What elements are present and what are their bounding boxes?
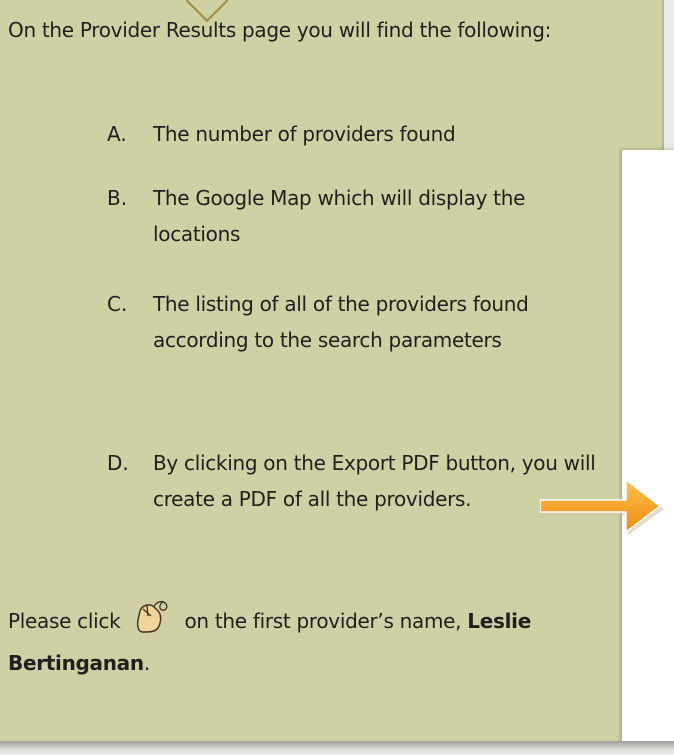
- screenshot-card: [622, 150, 674, 750]
- instruction-before-icon: Please click: [8, 609, 121, 633]
- list-item-a-letter: A.: [107, 122, 127, 146]
- instruction-after-icon: on the first provider’s name,: [184, 609, 462, 633]
- list-item-b-letter: B.: [107, 186, 128, 210]
- instruction-end: .: [143, 651, 150, 675]
- mouse-icon: [136, 598, 170, 645]
- list-item-c-text: The listing of all of the providers foun…: [153, 292, 529, 352]
- bottom-edge: [0, 741, 674, 755]
- list-item-c-letter: C.: [107, 292, 128, 316]
- intro-text: On the Provider Results page you will fi…: [8, 18, 552, 42]
- list-item-b-text: The Google Map which will display the lo…: [153, 186, 526, 246]
- list-item-d-text: By clicking on the Export PDF button, yo…: [153, 451, 596, 511]
- right-arrow-icon: [540, 478, 664, 535]
- list-item-d-letter: D.: [107, 451, 129, 475]
- instruction-panel: On the Provider Results page you will fi…: [0, 0, 664, 741]
- list-item-a-text: The number of providers found: [153, 122, 456, 146]
- click-instruction: Please click on the first provider’s nam…: [8, 598, 568, 681]
